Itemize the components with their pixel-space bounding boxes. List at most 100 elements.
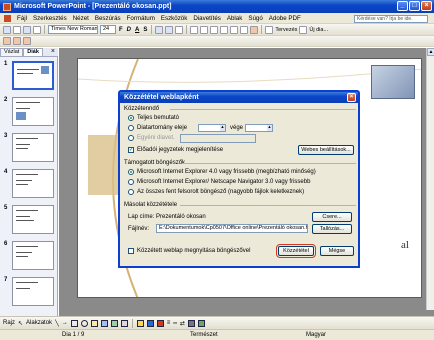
slide-picture[interactable]: [371, 65, 415, 99]
panel-close-icon[interactable]: ×: [51, 48, 55, 55]
fill-color-icon[interactable]: [136, 319, 144, 327]
speaker-notes-checkbox[interactable]: ✓: [128, 147, 134, 153]
menu-format[interactable]: Formátum: [127, 15, 155, 22]
slideshow-icon[interactable]: [23, 37, 31, 45]
tab-slides[interactable]: Diák: [23, 48, 43, 56]
save-icon[interactable]: [23, 25, 31, 34]
new-slide-button[interactable]: Új dia...: [309, 27, 328, 33]
font-color-draw-icon[interactable]: [156, 319, 164, 327]
menu-window[interactable]: Ablak: [227, 15, 242, 22]
autoshapes-button[interactable]: Alakzatok: [26, 320, 52, 326]
browser-ie3-label: Microsoft Internet Explorer/ Netscape Na…: [137, 179, 311, 185]
slides-panel: Vázlat Diák × 1 2 3 4 5 6 7: [0, 48, 58, 316]
italic-button[interactable]: D: [126, 27, 132, 33]
font-size-select[interactable]: 24: [100, 25, 116, 34]
menu-slideshow[interactable]: Diavetítés: [193, 15, 221, 22]
custom-show-select[interactable]: [180, 134, 256, 143]
arrow-style-icon[interactable]: ⇄: [180, 320, 185, 327]
tab-outline[interactable]: Vázlat: [0, 48, 24, 56]
menu-view[interactable]: Nézet: [73, 15, 89, 22]
shadow-button[interactable]: S: [142, 27, 148, 33]
minimize-button[interactable]: _: [397, 1, 408, 11]
wordart-icon[interactable]: [100, 319, 108, 327]
decrease-indent-icon[interactable]: [230, 25, 239, 34]
increase-indent-icon[interactable]: [240, 25, 249, 34]
rectangle-icon[interactable]: [70, 319, 78, 327]
menu-adobe-pdf[interactable]: Adobe PDF: [269, 15, 301, 22]
slide-sorter-icon[interactable]: [13, 37, 21, 45]
line-color-icon[interactable]: [146, 319, 154, 327]
slide-counter: Dia 1 / 9: [62, 332, 85, 338]
oval-icon[interactable]: [80, 319, 88, 327]
maximize-button[interactable]: □: [409, 1, 420, 11]
browser-ie3-radio[interactable]: [128, 179, 134, 185]
open-in-browser-label: Közzétett weblap megnyitása böngészővel: [137, 248, 251, 254]
align-right-icon[interactable]: [175, 25, 184, 34]
menu-help[interactable]: Súgó: [248, 15, 262, 22]
draw-menu-button[interactable]: Rajz: [3, 320, 15, 326]
line-icon[interactable]: ╲: [55, 320, 59, 327]
textbox-icon[interactable]: [90, 319, 98, 327]
custom-show-radio[interactable]: [128, 135, 134, 141]
new-slide-icon[interactable]: [299, 25, 308, 34]
publish-button[interactable]: Közzététel: [276, 244, 316, 258]
menu-file[interactable]: Fájl: [17, 15, 27, 22]
3d-style-icon[interactable]: [197, 319, 205, 327]
font-name-select[interactable]: Times New Roman: [48, 25, 98, 34]
new-document-icon[interactable]: [3, 25, 11, 34]
slide-number: 4: [4, 169, 8, 175]
help-search-input[interactable]: Kérdése van? Írja be ide.: [354, 15, 428, 23]
range-end-spinner[interactable]: ▲: [245, 124, 273, 132]
dialog-close-button[interactable]: ×: [347, 93, 356, 102]
close-window-button[interactable]: ×: [421, 1, 432, 11]
page-title-label: Lap címe:: [128, 214, 155, 220]
scroll-up-icon[interactable]: ▲: [427, 48, 434, 56]
dash-style-icon[interactable]: ┅: [173, 320, 177, 327]
full-presentation-radio[interactable]: [128, 115, 134, 121]
underline-button[interactable]: A: [134, 27, 140, 33]
menu-insert[interactable]: Beszúrás: [95, 15, 121, 22]
open-in-browser-checkbox[interactable]: [128, 248, 134, 254]
arrow-icon[interactable]: →: [62, 320, 68, 326]
browser-all-radio[interactable]: [128, 189, 134, 195]
undo-icon[interactable]: [33, 25, 41, 34]
page-title-value: Prezentáló okosan: [156, 214, 206, 220]
change-title-button[interactable]: Csere...: [312, 212, 352, 222]
browsers-section-label: Támogatott böngészők: [124, 160, 186, 166]
design-icon[interactable]: [265, 25, 274, 34]
shadow-style-icon[interactable]: [187, 319, 195, 327]
slide-range-radio[interactable]: [128, 125, 134, 131]
font-color-icon[interactable]: [250, 25, 259, 34]
picture-icon[interactable]: [120, 319, 128, 327]
pointer-icon[interactable]: ↖: [18, 320, 23, 327]
window-title-bar: Microsoft PowerPoint - [Prezentáló okosa…: [0, 0, 434, 13]
line-style-icon[interactable]: ≡: [167, 320, 171, 326]
clipart-icon[interactable]: [110, 319, 118, 327]
filename-input[interactable]: E:\Dokumentumok\Cp0507\Office online\Pre…: [156, 224, 308, 233]
cancel-button[interactable]: Mégse: [320, 246, 354, 256]
range-end-label: vége: [230, 125, 244, 131]
increase-font-icon[interactable]: [210, 25, 219, 34]
web-options-button[interactable]: Webes beállítások...: [298, 145, 354, 155]
bold-button[interactable]: F: [118, 27, 124, 33]
align-center-icon[interactable]: [165, 25, 174, 34]
bullets-icon[interactable]: [200, 25, 209, 34]
decrease-font-icon[interactable]: [220, 25, 229, 34]
browser-ie4-radio[interactable]: [128, 169, 134, 175]
browse-button[interactable]: Tallózás...: [312, 224, 352, 234]
design-template-name: Természet: [190, 332, 218, 338]
open-folder-icon[interactable]: [13, 25, 21, 34]
align-left-icon[interactable]: [155, 25, 164, 34]
custom-show-label: Egyéni diavet.: [137, 135, 175, 141]
design-button[interactable]: Tervezés: [275, 27, 297, 33]
menu-tools[interactable]: Eszközök: [161, 15, 187, 22]
range-start-spinner[interactable]: ▲: [198, 124, 226, 132]
normal-view-icon[interactable]: [3, 37, 11, 45]
dialog-title: Közzététel weblapként: [124, 94, 199, 101]
document-menu-icon[interactable]: [4, 14, 11, 22]
menu-edit[interactable]: Szerkesztés: [33, 15, 67, 22]
numbering-icon[interactable]: [190, 25, 199, 34]
vertical-scrollbar[interactable]: ▲: [426, 48, 434, 310]
slide-number: 7: [4, 277, 8, 283]
slide-text[interactable]: al: [401, 239, 409, 251]
